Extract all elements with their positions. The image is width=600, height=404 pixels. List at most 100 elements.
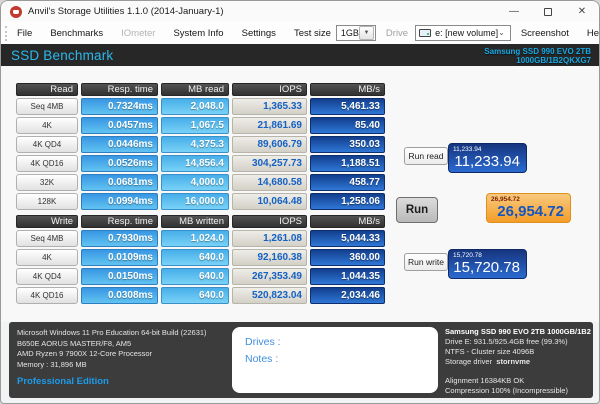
resp-time-value: 0.0446ms	[81, 136, 158, 153]
iops-value: 267,353.49	[232, 268, 307, 285]
device-name: Samsung SSD 990 EVO 2TB 1000GB/1B2QKXG7	[484, 46, 591, 65]
mbps-value: 5,461.33	[310, 98, 385, 115]
menu-benchmarks[interactable]: Benchmarks	[42, 24, 111, 42]
menu-help[interactable]: Help	[579, 24, 599, 42]
toolbar: File Benchmarks IOmeter System Info Sett…	[1, 22, 599, 44]
memory-line: Memory : 31,896 MB	[17, 359, 87, 369]
column-header: IOPS	[232, 215, 307, 228]
device-model: Samsung SSD 990 EVO 2TB	[484, 46, 591, 56]
system-info-block: Microsoft Windows 11 Pro Education 64-bi…	[17, 328, 207, 370]
write-score-value: 15,720.78	[453, 259, 520, 276]
menu-settings[interactable]: Settings	[234, 24, 284, 42]
drives-notes-field[interactable]: Drives : Notes :	[232, 327, 438, 393]
notes-label: Notes :	[245, 353, 279, 365]
mbps-value: 1,044.35	[310, 268, 385, 285]
total-score-box: 26,954.72 26,954.72	[486, 193, 571, 223]
read-table: Read Resp. time MB read IOPS MB/s Seq 4M…	[16, 83, 385, 212]
window-title: Anvil's Storage Utilities 1.1.0 (2014-Ja…	[28, 6, 224, 17]
minimize-button[interactable]: —	[497, 1, 531, 22]
iops-value: 89,606.79	[232, 136, 307, 153]
drive-label: Drive	[385, 27, 409, 39]
title-bar: Anvil's Storage Utilities 1.1.0 (2014-Ja…	[1, 1, 599, 22]
table-row: 4K 0.0109ms 640.0 92,160.38 360.00	[16, 249, 385, 266]
mb-amount-value: 14,856.4	[161, 155, 229, 172]
table-row: 4K QD4 0.0150ms 640.0 267,353.49 1,044.3…	[16, 268, 385, 285]
drives-label: Drives :	[245, 336, 281, 348]
drive-value: e: [new volume]	[435, 28, 499, 38]
compression-line: Compression 100% (Incompressible)	[445, 386, 568, 395]
menu-file[interactable]: File	[9, 24, 40, 42]
test-label: 32K	[16, 174, 78, 191]
resp-time-value: 0.0457ms	[81, 117, 158, 134]
chevron-down-icon: ⌄	[498, 28, 505, 37]
test-label: 128K	[16, 193, 78, 210]
drive-icon	[419, 29, 432, 37]
toolbar-grip[interactable]	[5, 25, 7, 41]
page-title: SSD Benchmark	[11, 47, 114, 63]
column-header: IOPS	[232, 83, 307, 96]
device-capacity-firmware: 1000GB/1B2QKXG7	[516, 55, 591, 65]
bottom-panel: Microsoft Windows 11 Pro Education 64-bi…	[9, 322, 593, 398]
test-size-value: 1GB	[340, 28, 359, 38]
drive-info-block: Samsung SSD 990 EVO 2TB 1000GB/1B2QKXG7 …	[445, 327, 591, 396]
drive-select[interactable]: e: [new volume] ⌄	[415, 25, 511, 41]
iops-value: 92,160.38	[232, 249, 307, 266]
test-label: 4K QD4	[16, 136, 78, 153]
drive-filesystem-line: NTFS - Cluster size 4096B	[445, 347, 535, 356]
resp-time-value: 0.0526ms	[81, 155, 158, 172]
maximize-button[interactable]	[531, 1, 565, 22]
menu-screenshot[interactable]: Screenshot	[513, 24, 577, 42]
main-area: Read Resp. time MB read IOPS MB/s Seq 4M…	[1, 66, 599, 322]
read-score-box: 11,233.94 11,233.94	[448, 143, 527, 173]
mb-amount-value: 1,067.5	[161, 117, 229, 134]
resp-time-value: 0.7930ms	[81, 230, 158, 247]
mb-amount-value: 640.0	[161, 268, 229, 285]
iops-value: 14,680.58	[232, 174, 307, 191]
test-label: Seq 4MB	[16, 230, 78, 247]
run-read-button[interactable]: Run read	[404, 147, 448, 165]
cpu-line: AMD Ryzen 9 7900X 12-Core Processor	[17, 349, 153, 358]
maximize-icon	[544, 7, 552, 16]
mbps-value: 5,044.33	[310, 230, 385, 247]
table-row: 4K QD4 0.0446ms 4,375.3 89,606.79 350.03	[16, 136, 385, 153]
drive-model-line: Samsung SSD 990 EVO 2TB 1000GB/1B2QKXG7	[445, 327, 591, 336]
close-button[interactable]: ✕	[565, 1, 599, 22]
test-label: 4K QD16	[16, 155, 78, 172]
edition-label: Professional Edition	[17, 376, 109, 387]
mb-amount-value: 4,375.3	[161, 136, 229, 153]
column-header: Resp. time	[81, 215, 158, 228]
run-button[interactable]: Run	[396, 197, 438, 223]
table-row: 128K 0.0994ms 16,000.0 10,064.48 1,258.0…	[16, 193, 385, 210]
test-size-select[interactable]: 1GB ▼	[335, 25, 376, 41]
app-logo-icon	[10, 5, 22, 18]
mb-amount-value: 2,048.0	[161, 98, 229, 115]
driver-label: Storage driver	[445, 357, 493, 366]
mbps-value: 85.40	[310, 117, 385, 134]
column-header: MB written	[161, 215, 229, 228]
test-label: Seq 4MB	[16, 98, 78, 115]
iops-value: 1,261.08	[232, 230, 307, 247]
menu-system-info[interactable]: System Info	[165, 24, 231, 42]
app-window: Anvil's Storage Utilities 1.1.0 (2014-Ja…	[0, 0, 600, 404]
test-label: 4K QD4	[16, 268, 78, 285]
os-line: Microsoft Windows 11 Pro Education 64-bi…	[17, 328, 207, 337]
test-label: 4K QD16	[16, 287, 78, 304]
run-write-button[interactable]: Run write	[404, 253, 448, 271]
table-row: 4K QD16 0.0308ms 640.0 520,823.04 2,034.…	[16, 287, 385, 304]
combo-arrow-icon[interactable]: ▼	[358, 26, 374, 40]
benchmark-header: SSD Benchmark Samsung SSD 990 EVO 2TB 10…	[1, 44, 599, 66]
write-table-header: Write Resp. time MB written IOPS MB/s	[16, 215, 385, 228]
column-header: MB/s	[310, 83, 385, 96]
read-score-peak: 11,233.94	[453, 146, 482, 153]
resp-time-value: 0.0681ms	[81, 174, 158, 191]
column-header: Resp. time	[81, 83, 158, 96]
write-table: Write Resp. time MB written IOPS MB/s Se…	[16, 215, 385, 306]
driver-value: stornvme	[496, 357, 531, 366]
column-header: MB read	[161, 83, 229, 96]
read-score-value: 11,233.94	[454, 153, 520, 170]
write-score-box: 15,720.78 15,720.78	[448, 249, 527, 279]
drive-capacity-line: Drive E: 931.5/925.4GB free (99.3%)	[445, 337, 568, 346]
iops-value: 10,064.48	[232, 193, 307, 210]
mbps-value: 1,258.06	[310, 193, 385, 210]
table-row: Seq 4MB 0.7930ms 1,024.0 1,261.08 5,044.…	[16, 230, 385, 247]
